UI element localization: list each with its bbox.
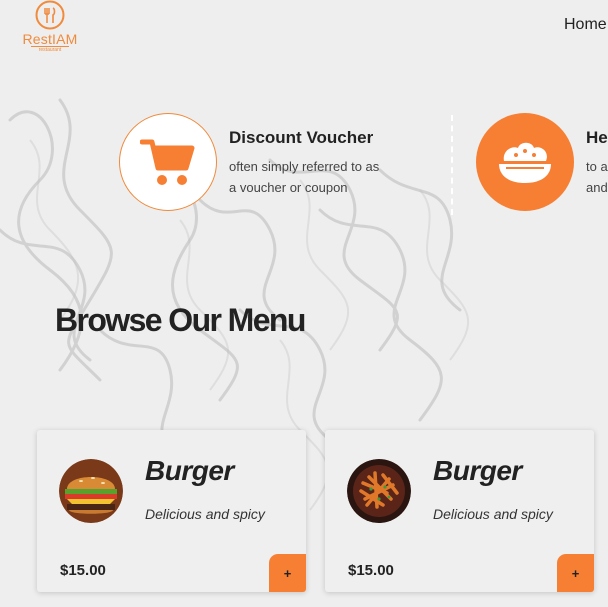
menu-item-price: $15.00	[348, 562, 394, 579]
add-to-cart-button[interactable]: +	[557, 554, 594, 592]
feature-second-line1: to a	[586, 159, 608, 174]
menu-card[interactable]: Burger Delicious and spicy $15.00 +	[37, 430, 306, 592]
menu-item-description: Delicious and spicy	[145, 506, 265, 522]
feature-voucher-badge	[119, 113, 217, 211]
menu-item-price: $15.00	[60, 562, 106, 579]
brand-tagline: restaurant	[31, 46, 69, 53]
brand-name: RestIAM	[22, 31, 78, 47]
burger-image	[59, 459, 123, 523]
add-to-cart-button[interactable]: +	[269, 554, 306, 592]
feature-voucher-title: Discount Voucher	[229, 128, 374, 147]
fries-bowl-image	[347, 459, 411, 523]
menu-item-description: Delicious and spicy	[433, 506, 553, 522]
nav-home-link[interactable]: Home	[564, 16, 607, 34]
menu-section-title: Browse Our Menu	[55, 302, 306, 338]
feature-voucher-line1: often simply referred to as	[229, 159, 380, 174]
menu-item-name: Burger	[433, 455, 522, 486]
feature-food-badge	[476, 113, 574, 211]
feature-second-title: Hea	[586, 128, 608, 147]
feature-second-line2: and	[586, 180, 608, 195]
menu-item-name: Burger	[145, 455, 234, 486]
feature-divider	[451, 115, 453, 215]
shopping-cart-icon	[140, 139, 195, 185]
food-bowl-icon	[499, 142, 551, 183]
cutlery-icon	[35, 0, 65, 30]
feature-voucher-line2: a voucher or coupon	[229, 180, 348, 195]
menu-card[interactable]: Burger Delicious and spicy $15.00 +	[325, 430, 594, 592]
